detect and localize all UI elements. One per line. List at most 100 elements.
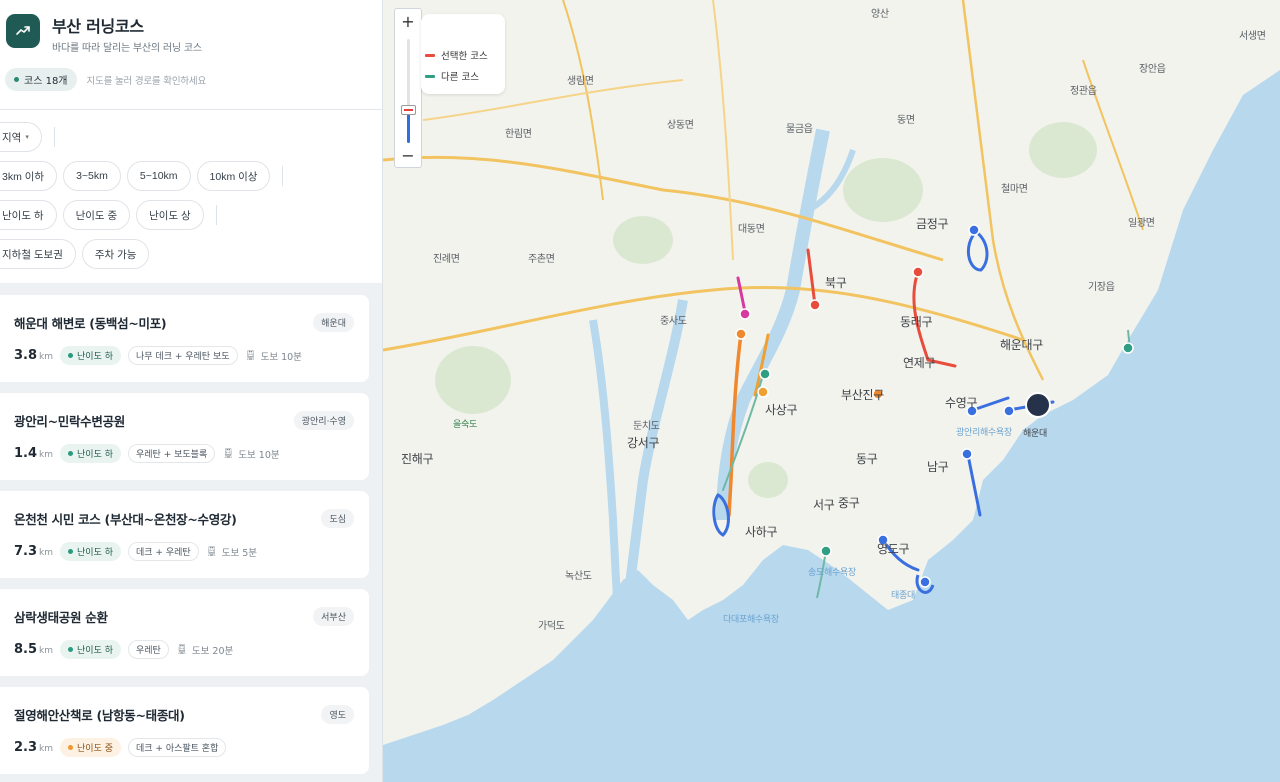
walk-time: 도보 20분 bbox=[191, 645, 234, 657]
surface-badge: 데크 + 아스팔트 혼합 bbox=[128, 738, 227, 757]
distance-unit: km bbox=[39, 352, 54, 362]
course-card[interactable]: 해운대 해변로 (동백섬~미포) 해운대 3.8 km 난이도 하 나무 데크 +… bbox=[0, 295, 369, 382]
app-subtitle: 바다를 따라 달리는 부산의 러닝 코스 bbox=[52, 43, 202, 54]
surface-badge: 나무 데크 + 우레탄 보도 bbox=[128, 346, 238, 365]
distance-unit: km bbox=[39, 744, 54, 754]
district-label: 진해구 bbox=[401, 452, 434, 466]
parking-chip[interactable]: 주차 가능 bbox=[81, 239, 150, 269]
course-card[interactable]: 광안리~민락수변공원 광안리·수영 1.4 km 난이도 하 우레탄 + 보도블록… bbox=[0, 393, 369, 480]
filter-panel: 지역 ▾ 3km 이하 3~5km 5~10km 10km 이상 난이도 하 난이… bbox=[0, 110, 382, 283]
district-label: 동래구 bbox=[900, 315, 933, 329]
legend-selected-label: 선택한 코스 bbox=[441, 51, 488, 62]
walk-time: 도보 10분 bbox=[260, 351, 302, 363]
zoom-slider-handle[interactable] bbox=[401, 105, 416, 115]
district-label: 금정구 bbox=[916, 217, 949, 231]
district-label: 강서구 bbox=[627, 436, 660, 450]
difficulty-badge: 난이도 중 bbox=[60, 738, 121, 757]
district-label: 해운대구 bbox=[1000, 338, 1043, 352]
place-label: 일광면 bbox=[1128, 218, 1155, 229]
place-label: 한림면 bbox=[505, 129, 532, 140]
place-label: 가덕도 bbox=[538, 621, 565, 632]
course-count-badge: 코스 18개 bbox=[5, 68, 77, 91]
divider bbox=[282, 166, 284, 186]
subway-access-chip[interactable]: 지하철 도보권 bbox=[0, 239, 76, 269]
course-count: 코스 18개 bbox=[24, 76, 68, 87]
region-badge: 광안리·수영 bbox=[293, 411, 354, 430]
place-label: 서생면 bbox=[1239, 31, 1266, 42]
course-distance: 2.3 km bbox=[14, 740, 53, 755]
app-title: 부산 러닝코스 bbox=[52, 17, 144, 36]
subway-walk: 🚆︎ 도보 10분 bbox=[245, 349, 302, 363]
legend-selected: 선택한 코스 bbox=[425, 48, 488, 62]
subway-icon: 🚆︎ bbox=[244, 350, 257, 361]
difficulty-badge: 난이도 하 bbox=[60, 542, 121, 561]
difficulty-chip-hard[interactable]: 난이도 상 bbox=[136, 200, 204, 230]
distance-chip-10km-plus[interactable]: 10km 이상 bbox=[196, 161, 271, 191]
place-label: 양산 bbox=[871, 9, 889, 20]
place-label: 동면 bbox=[897, 115, 915, 126]
place-label: 철마면 bbox=[1001, 184, 1028, 195]
sidebar: 부산 러닝코스 바다를 따라 달리는 부산의 러닝 코스 코스 18개 지도를 … bbox=[0, 0, 383, 782]
difficulty-badge: 난이도 하 bbox=[60, 640, 121, 659]
region-badge: 해운대 bbox=[313, 313, 354, 332]
legend-other: 다른 코스 bbox=[425, 69, 479, 83]
difficulty-label: 난이도 하 bbox=[77, 646, 113, 656]
difficulty-badge: 난이도 하 bbox=[60, 346, 121, 365]
place-label: 기장읍 bbox=[1088, 282, 1115, 293]
difficulty-label: 난이도 중 bbox=[77, 744, 113, 754]
region-filter-label: 지역 bbox=[2, 131, 22, 144]
distance-unit: km bbox=[39, 646, 54, 656]
course-distance: 8.5 km bbox=[14, 642, 53, 657]
map-canvas[interactable] bbox=[383, 0, 1280, 782]
course-name: 해운대 해변로 (동백섬~미포) bbox=[14, 316, 167, 331]
distance-value: 2.3 bbox=[14, 740, 38, 755]
zoom-in-button[interactable]: + bbox=[395, 9, 421, 33]
district-label: 북구 bbox=[825, 276, 847, 290]
chevron-down-icon: ▾ bbox=[25, 134, 29, 141]
region-badge: 도심 bbox=[321, 509, 354, 528]
distance-unit: km bbox=[39, 450, 54, 460]
difficulty-chip-medium[interactable]: 난이도 중 bbox=[62, 200, 131, 230]
distance-value: 1.4 bbox=[14, 446, 38, 461]
district-label: 서구 bbox=[813, 498, 835, 512]
distance-chip-5-10km[interactable]: 5~10km bbox=[126, 161, 191, 191]
divider bbox=[53, 127, 55, 147]
district-label: 사하구 bbox=[745, 525, 778, 539]
course-name: 절영해안산책로 (남항동~태종대) bbox=[14, 708, 185, 723]
zoom-control: + − bbox=[394, 8, 422, 168]
course-distance: 7.3 km bbox=[14, 544, 53, 559]
surface-badge: 우레탄 + 보도블록 bbox=[128, 444, 216, 463]
distance-unit: km bbox=[39, 548, 54, 558]
place-label: 중사도 bbox=[660, 316, 687, 327]
brand: 부산 러닝코스 바다를 따라 달리는 부산의 러닝 코스 bbox=[0, 0, 382, 54]
place-label: 해운대 bbox=[1023, 429, 1047, 439]
district-label: 부산진구 bbox=[841, 388, 884, 402]
place-label: 태종대 bbox=[891, 591, 915, 601]
distance-chip-3km[interactable]: 3km 이하 bbox=[0, 161, 58, 191]
distance-value: 7.3 bbox=[14, 544, 38, 559]
difficulty-chip-easy[interactable]: 난이도 하 bbox=[0, 200, 57, 230]
trend-icon bbox=[6, 14, 40, 48]
subway-icon: 🚆︎ bbox=[175, 644, 188, 655]
place-label: 을숙도 bbox=[453, 420, 477, 430]
course-card[interactable]: 절영해안산책로 (남항동~태종대) 영도 2.3 km 난이도 중 데크 + 아스… bbox=[0, 687, 369, 774]
map-view[interactable]: + − 선택한 코스 다른 코스 금정구 동래구 연제구 해운대구 수영구 부산… bbox=[383, 0, 1280, 782]
district-label: 남구 bbox=[927, 460, 949, 474]
subway-walk: 🚆︎ 도보 5분 bbox=[206, 545, 257, 559]
place-label: 주촌면 bbox=[528, 254, 555, 265]
zoom-out-button[interactable]: − bbox=[395, 143, 421, 167]
district-label: 동구 bbox=[856, 452, 878, 466]
course-name: 온천천 시민 코스 (부산대~온천장~수영강) bbox=[14, 512, 237, 527]
district-label: 수영구 bbox=[945, 396, 978, 410]
difficulty-badge: 난이도 하 bbox=[60, 444, 121, 463]
distance-value: 8.5 bbox=[14, 642, 38, 657]
distance-chip-3-5km[interactable]: 3~5km bbox=[63, 161, 121, 191]
course-card[interactable]: 삼락생태공원 순환 서부산 8.5 km 난이도 하 우레탄 🚆︎ 도보 20분 bbox=[0, 589, 369, 676]
district-label: 중구 bbox=[838, 496, 860, 510]
course-card[interactable]: 온천천 시민 코스 (부산대~온천장~수영강) 도심 7.3 km 난이도 하 데… bbox=[0, 491, 369, 578]
region-filter-dropdown[interactable]: 지역 ▾ bbox=[0, 122, 42, 152]
map-legend: 선택한 코스 다른 코스 bbox=[421, 14, 505, 94]
place-label: 녹산도 bbox=[565, 571, 592, 582]
place-label: 물금읍 bbox=[786, 124, 813, 135]
surface-badge: 데크 + 우레탄 bbox=[128, 542, 199, 561]
